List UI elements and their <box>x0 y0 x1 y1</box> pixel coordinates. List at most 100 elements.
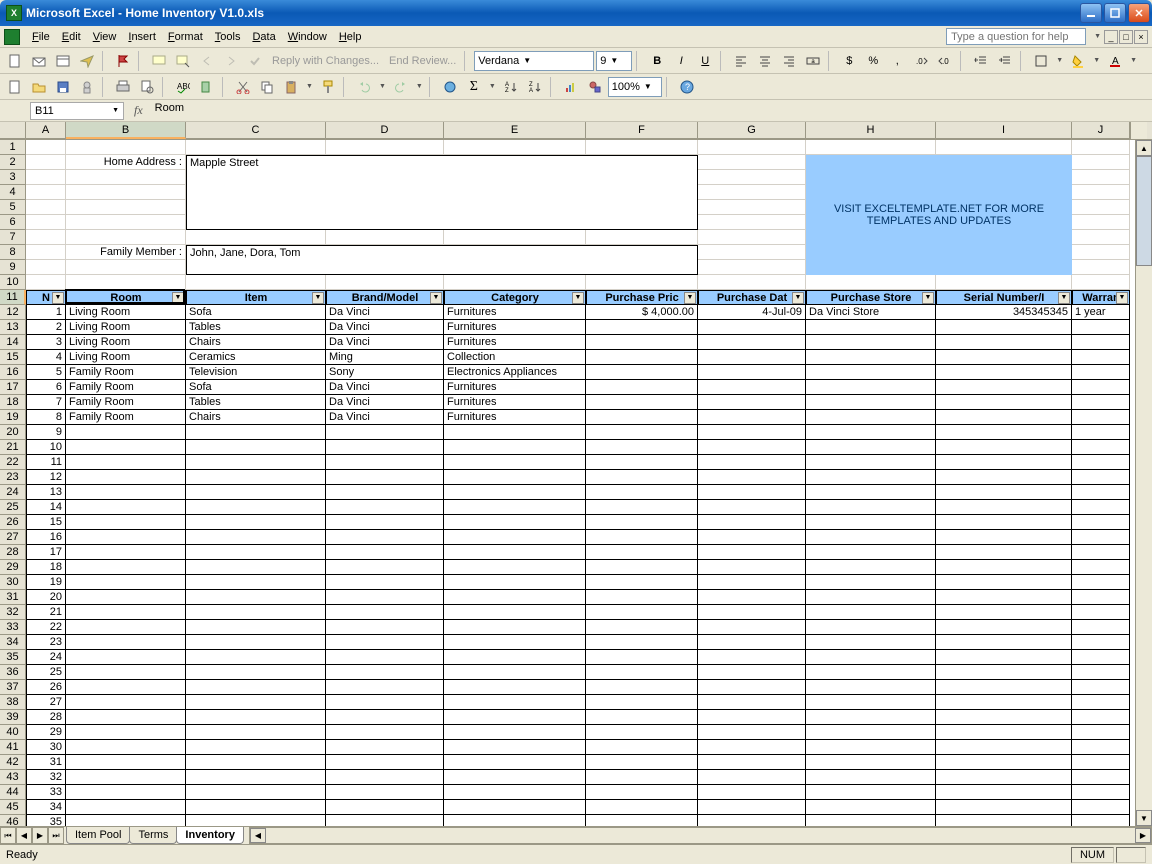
cell[interactable]: 3 <box>26 335 66 350</box>
cell[interactable] <box>586 665 698 680</box>
cell[interactable] <box>186 515 326 530</box>
menu-view[interactable]: View <box>87 29 123 45</box>
decrease-decimal-icon[interactable]: .0 <box>934 50 956 72</box>
filter-arrow-icon[interactable]: ▼ <box>922 292 934 304</box>
cell[interactable] <box>1072 560 1130 575</box>
cell[interactable] <box>444 515 586 530</box>
cell[interactable] <box>698 575 806 590</box>
cell[interactable]: 19 <box>26 575 66 590</box>
cell[interactable] <box>698 740 806 755</box>
cell[interactable]: 4 <box>26 350 66 365</box>
row-head-22[interactable]: 22 <box>0 455 26 470</box>
cell[interactable] <box>698 275 806 290</box>
cell[interactable] <box>66 515 186 530</box>
cell[interactable] <box>1072 485 1130 500</box>
format-painter-icon[interactable] <box>317 76 339 98</box>
cell[interactable] <box>936 560 1072 575</box>
cell[interactable] <box>66 485 186 500</box>
cell[interactable] <box>1072 140 1130 155</box>
cell[interactable] <box>806 425 936 440</box>
cell[interactable] <box>66 635 186 650</box>
table-header-item[interactable]: Item▼ <box>186 290 326 305</box>
cell[interactable]: Furnitures <box>444 410 586 425</box>
cell[interactable] <box>698 500 806 515</box>
align-right-icon[interactable] <box>778 50 800 72</box>
sort-asc-icon[interactable]: AZ <box>500 76 522 98</box>
cell[interactable] <box>186 575 326 590</box>
cell[interactable] <box>66 500 186 515</box>
cell[interactable] <box>26 170 66 185</box>
sheet-tab-inventory[interactable]: Inventory <box>176 827 244 844</box>
chevron-down-icon[interactable]: ▼ <box>377 83 388 90</box>
cell[interactable] <box>186 710 326 725</box>
cell[interactable] <box>698 710 806 725</box>
family-member-value[interactable]: John, Jane, Dora, Tom <box>186 245 698 275</box>
cell[interactable] <box>444 620 586 635</box>
cell[interactable] <box>326 680 444 695</box>
cell[interactable] <box>66 740 186 755</box>
filter-arrow-icon[interactable]: ▼ <box>430 292 442 304</box>
cell[interactable] <box>806 740 936 755</box>
cell[interactable] <box>1072 710 1130 725</box>
chevron-down-icon[interactable]: ▼ <box>304 83 315 90</box>
comma-button[interactable]: , <box>886 50 908 72</box>
cell[interactable] <box>586 590 698 605</box>
flag-icon[interactable] <box>112 50 134 72</box>
cell[interactable]: 29 <box>26 725 66 740</box>
cell[interactable] <box>186 485 326 500</box>
currency-button[interactable]: $ <box>838 50 860 72</box>
vertical-scrollbar[interactable]: ▲ ▼ <box>1135 140 1152 826</box>
row-head-25[interactable]: 25 <box>0 500 26 515</box>
cell[interactable] <box>806 395 936 410</box>
table-header-purchase-pric[interactable]: Purchase Pric▼ <box>586 290 698 305</box>
cell[interactable]: 9 <box>26 425 66 440</box>
chevron-down-icon[interactable]: ▼ <box>1128 57 1139 64</box>
row-head-13[interactable]: 13 <box>0 320 26 335</box>
underline-button[interactable]: U <box>694 50 716 72</box>
cell[interactable] <box>326 575 444 590</box>
cell[interactable]: Living Room <box>66 335 186 350</box>
row-head-12[interactable]: 12 <box>0 305 26 320</box>
cell[interactable] <box>186 740 326 755</box>
col-head-F[interactable]: F <box>586 122 698 139</box>
cell[interactable] <box>186 635 326 650</box>
cell[interactable] <box>1072 725 1130 740</box>
cell[interactable] <box>66 590 186 605</box>
chevron-down-icon[interactable]: ▼ <box>610 56 618 65</box>
cell[interactable] <box>936 770 1072 785</box>
cell[interactable] <box>586 365 698 380</box>
row-head-35[interactable]: 35 <box>0 650 26 665</box>
merge-center-icon[interactable]: a <box>802 50 824 72</box>
help-dropdown-icon[interactable]: ▼ <box>1092 33 1103 40</box>
cell[interactable] <box>326 440 444 455</box>
row-head-36[interactable]: 36 <box>0 665 26 680</box>
menu-format[interactable]: Format <box>162 29 209 45</box>
scroll-left-icon[interactable]: ◀ <box>250 828 266 843</box>
cell[interactable] <box>806 710 936 725</box>
open-mail-icon[interactable] <box>28 50 50 72</box>
percent-button[interactable]: % <box>862 50 884 72</box>
cell[interactable]: Da Vinci <box>326 335 444 350</box>
cell[interactable]: 6 <box>26 380 66 395</box>
row-head-6[interactable]: 6 <box>0 215 26 230</box>
cell[interactable] <box>698 440 806 455</box>
cell[interactable] <box>186 770 326 785</box>
cell[interactable] <box>806 275 936 290</box>
cell[interactable] <box>66 170 186 185</box>
cell[interactable] <box>1072 515 1130 530</box>
minimize-button[interactable] <box>1080 3 1102 23</box>
cell[interactable]: Living Room <box>66 320 186 335</box>
cell[interactable] <box>1072 740 1130 755</box>
table-header-purchase-store[interactable]: Purchase Store▼ <box>806 290 936 305</box>
font-size-combo[interactable]: 9▼ <box>596 51 632 71</box>
copy-icon[interactable] <box>256 76 278 98</box>
cell[interactable]: Da Vinci <box>326 320 444 335</box>
row-head-32[interactable]: 32 <box>0 605 26 620</box>
cell[interactable] <box>936 695 1072 710</box>
table-header-warran[interactable]: Warran▼ <box>1072 290 1130 305</box>
cell[interactable] <box>1072 650 1130 665</box>
cell[interactable] <box>444 770 586 785</box>
cell[interactable] <box>444 665 586 680</box>
cell[interactable] <box>326 725 444 740</box>
tab-nav-last-icon[interactable]: ⏭ <box>48 827 64 844</box>
